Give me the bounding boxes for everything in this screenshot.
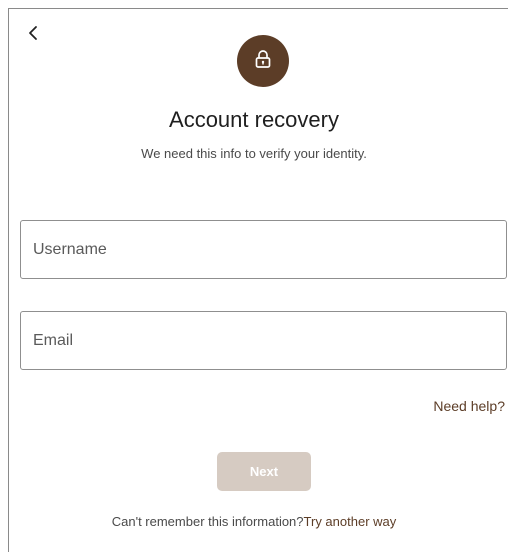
email-field[interactable] xyxy=(20,311,507,370)
username-field[interactable] xyxy=(20,220,507,279)
lock-badge xyxy=(237,35,289,87)
footer-prompt: Can't remember this information? xyxy=(111,514,304,529)
footer: Can't remember this information?Try anot… xyxy=(0,514,508,529)
need-help-link[interactable]: Need help? xyxy=(433,398,505,414)
lock-icon xyxy=(254,49,272,74)
next-button[interactable]: Next xyxy=(217,452,311,491)
page-title: Account recovery xyxy=(169,107,339,132)
try-another-way-link[interactable]: Try another way xyxy=(304,514,397,529)
chevron-left-icon[interactable] xyxy=(24,22,44,44)
page-subtitle: We need this info to verify your identit… xyxy=(141,146,367,161)
